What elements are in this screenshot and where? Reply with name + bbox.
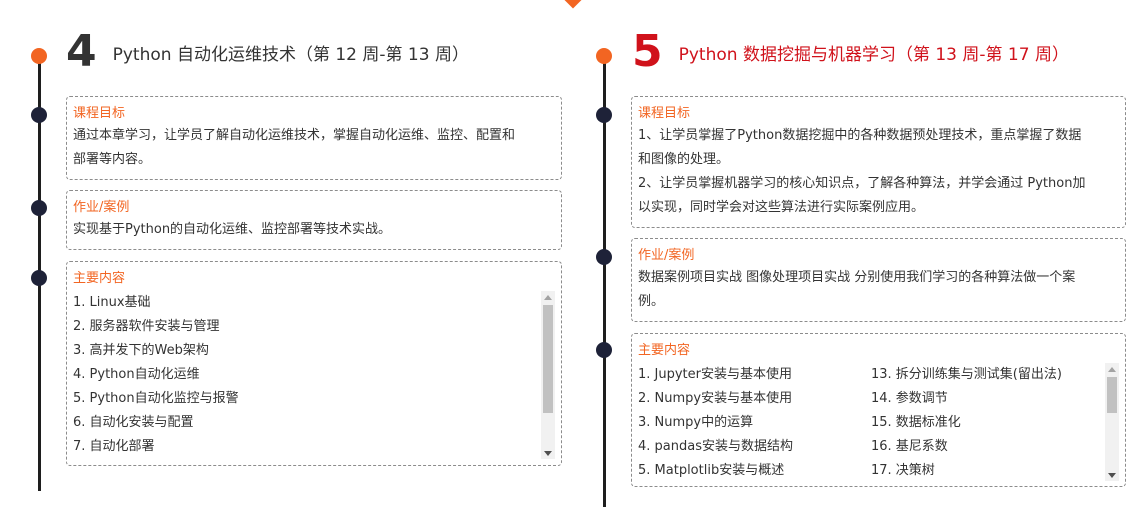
scrollbar-thumb[interactable] xyxy=(543,305,553,413)
list-item: 17. 决策树 xyxy=(871,463,935,478)
right-section-title: Python 数据挖掘与机器学习（第 13 周-第 17 周） xyxy=(678,44,1069,65)
list-item: 3. 高并发下的Web架构 xyxy=(73,343,209,358)
right-section-heading: 5 Python 数据挖掘与机器学习（第 13 周-第 17 周） xyxy=(632,30,1069,74)
right-content-scrollbar[interactable] xyxy=(1105,363,1119,481)
right-goal-line-3: 2、让学员掌握机器学习的核心知识点，了解各种算法，并学会通过 Python加 xyxy=(638,176,1086,191)
scroll-up-arrow-icon[interactable] xyxy=(1105,363,1119,375)
right-goal-card: 课程目标 1、让学员掌握了Python数据挖掘中的各种数据预处理技术，重点掌握了… xyxy=(631,96,1126,228)
list-item: 5. Matplotlib安装与概述 xyxy=(638,463,785,478)
right-content-column-2: 13. 拆分训练集与测试集(留出法) 14. 参数调节 15. 数据标准化 16… xyxy=(871,363,1104,481)
left-section-title: Python 自动化运维技术（第 12 周-第 13 周） xyxy=(112,44,469,65)
list-item: 3. Numpy中的运算 xyxy=(638,415,754,430)
right-homework-card: 作业/案例 数据案例项目实战 图像处理项目实战 分别使用我们学习的各种算法做一个… xyxy=(631,238,1126,322)
left-homework-card: 作业/案例 实现基于Python的自动化运维、监控部署等技术实战。 xyxy=(66,190,562,250)
right-section-number: 5 xyxy=(632,26,663,77)
list-item: 1. Linux基础 xyxy=(73,295,151,310)
right-content-label: 主要内容 xyxy=(638,343,691,358)
list-item: 13. 拆分训练集与测试集(留出法) xyxy=(871,367,1062,382)
list-item: 16. 基尼系数 xyxy=(871,439,948,454)
left-goal-card: 课程目标 通过本章学习，让学员了解自动化运维技术，掌握自动化运维、监控、配置和 … xyxy=(66,96,562,180)
left-section-number: 4 xyxy=(66,26,97,77)
right-timeline-dot-homework xyxy=(596,249,612,265)
scroll-up-arrow-icon[interactable] xyxy=(541,291,555,303)
scroll-down-arrow-icon[interactable] xyxy=(541,447,555,459)
right-timeline-line xyxy=(603,56,606,507)
right-homework-line-2: 例。 xyxy=(638,294,665,309)
list-item: 14. 参数调节 xyxy=(871,391,948,406)
right-homework-label: 作业/案例 xyxy=(638,248,695,263)
list-item: 1. Jupyter安装与基本使用 xyxy=(638,367,792,382)
list-item: 2. Numpy安装与基本使用 xyxy=(638,391,793,406)
left-homework-line-1: 实现基于Python的自动化运维、监控部署等技术实战。 xyxy=(73,222,392,237)
right-timeline-dot-content xyxy=(596,342,612,358)
left-section-heading: 4 Python 自动化运维技术（第 12 周-第 13 周） xyxy=(66,30,469,74)
right-content-card: 主要内容 1. Jupyter安装与基本使用 2. Numpy安装与基本使用 3… xyxy=(631,333,1126,487)
scroll-down-arrow-icon[interactable] xyxy=(1105,469,1119,481)
left-timeline-dot-homework xyxy=(31,200,47,216)
right-timeline-dot-goal xyxy=(596,107,612,123)
list-item: 2. 服务器软件安装与管理 xyxy=(73,319,220,334)
right-content-column-1: 1. Jupyter安装与基本使用 2. Numpy安装与基本使用 3. Num… xyxy=(638,363,871,481)
left-homework-label: 作业/案例 xyxy=(73,200,130,215)
left-goal-line-2: 部署等内容。 xyxy=(73,152,152,167)
list-item: 6. 自动化安装与配置 xyxy=(73,415,194,430)
right-homework-line-1: 数据案例项目实战 图像处理项目实战 分别使用我们学习的各种算法做一个案 xyxy=(638,270,1076,285)
right-content-list[interactable]: 1. Jupyter安装与基本使用 2. Numpy安装与基本使用 3. Num… xyxy=(638,363,1119,481)
list-item: 4. pandas安装与数据结构 xyxy=(638,439,793,454)
right-timeline-dot-heading xyxy=(596,48,612,64)
left-goal-label: 课程目标 xyxy=(73,106,126,121)
left-timeline-dot-heading xyxy=(31,48,47,64)
list-item: 7. 自动化部署 xyxy=(73,439,155,454)
right-goal-label: 课程目标 xyxy=(638,106,691,121)
list-item: 15. 数据标准化 xyxy=(871,415,961,430)
list-item: 5. Python自动化监控与报警 xyxy=(73,391,239,406)
left-content-card: 主要内容 1. Linux基础 2. 服务器软件安装与管理 3. 高并发下的We… xyxy=(66,261,562,466)
left-content-scrollbar[interactable] xyxy=(541,291,555,459)
left-content-list[interactable]: 1. Linux基础 2. 服务器软件安装与管理 3. 高并发下的Web架构 4… xyxy=(73,291,555,459)
left-goal-line-1: 通过本章学习，让学员了解自动化运维技术，掌握自动化运维、监控、配置和 xyxy=(73,128,516,143)
right-goal-line-1: 1、让学员掌握了Python数据挖掘中的各种数据预处理技术，重点掌握了数据 xyxy=(638,128,1082,143)
top-caret-marker xyxy=(564,0,582,9)
scrollbar-thumb[interactable] xyxy=(1107,377,1117,413)
right-goal-line-4: 以实现，同时学会对这些算法进行实际案例应用。 xyxy=(638,200,925,215)
left-timeline-dot-goal xyxy=(31,107,47,123)
right-goal-line-2: 和图像的处理。 xyxy=(638,152,730,167)
left-timeline-dot-content xyxy=(31,270,47,286)
list-item: 4. Python自动化运维 xyxy=(73,367,200,382)
left-content-label: 主要内容 xyxy=(73,271,126,286)
